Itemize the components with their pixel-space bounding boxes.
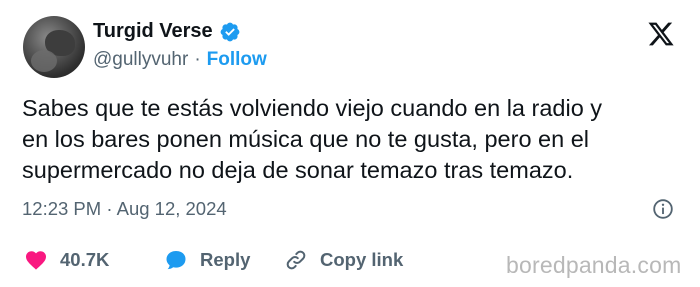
tweet-actions: 40.7K Reply Copy link: [24, 248, 403, 272]
tweet-text-line: en los bares ponen música que no te gust…: [22, 126, 589, 152]
reply-label: Reply: [200, 249, 251, 270]
author-name-row: Turgid Verse: [93, 20, 241, 43]
author-display-name[interactable]: Turgid Verse: [93, 20, 213, 43]
link-icon: [284, 248, 308, 272]
copy-link-label: Copy link: [320, 249, 404, 270]
speech-bubble-icon: [164, 248, 188, 272]
author-handle[interactable]: @gullyvuhr: [93, 49, 188, 71]
heart-icon: [24, 248, 48, 272]
separator-dot: ·: [194, 49, 201, 70]
info-icon[interactable]: [652, 198, 674, 220]
tweet-text-line: Sabes que te estás volviendo viejo cuand…: [22, 95, 603, 121]
like-button[interactable]: 40.7K: [24, 248, 164, 272]
follow-button[interactable]: Follow: [207, 49, 267, 71]
copy-link-button[interactable]: Copy link: [284, 248, 403, 272]
like-count: 40.7K: [60, 249, 110, 270]
tweet-timestamp[interactable]: 12:23 PM · Aug 12, 2024: [22, 198, 227, 220]
watermark: boredpanda.com: [506, 252, 682, 278]
x-logo-icon[interactable]: [646, 20, 676, 48]
reply-button[interactable]: Reply: [164, 248, 284, 272]
tweet-text: Sabes que te estás volviendo viejo cuand…: [22, 93, 687, 186]
tweet-text-line: supermercado no deja de sonar temazo tra…: [22, 157, 574, 183]
avatar[interactable]: [23, 16, 85, 78]
verified-badge-icon: [219, 21, 241, 43]
author-handle-row: @gullyvuhr · Follow: [93, 49, 267, 71]
